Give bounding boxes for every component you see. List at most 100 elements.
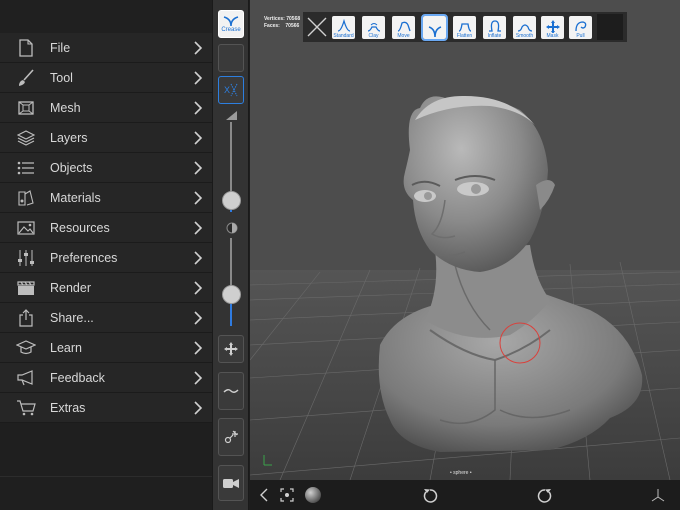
- menu-item-share[interactable]: Share...: [0, 303, 212, 333]
- back-button[interactable]: [254, 485, 274, 505]
- axis-button[interactable]: [648, 485, 668, 505]
- menu-footer: [0, 423, 212, 510]
- crease-tool-label: Crease: [221, 27, 241, 33]
- brush-slot-empty[interactable]: [597, 14, 623, 40]
- menu-item-label: Tool: [50, 70, 73, 85]
- chevron-right-icon: [192, 130, 204, 146]
- brush-smooth-icon: [517, 24, 532, 32]
- brush-label: Clay: [368, 33, 379, 39]
- object-name: • sphere •: [450, 470, 472, 476]
- menu-item-learn[interactable]: Learn: [0, 333, 212, 363]
- brush-standard-button[interactable]: Standard: [332, 16, 355, 39]
- brush-move-button[interactable]: Move: [392, 16, 415, 39]
- chevron-right-icon: [192, 220, 204, 236]
- brush-label: Pull: [576, 33, 585, 39]
- tool-strip: Crease X: [212, 0, 249, 510]
- layers-icon: [16, 129, 36, 147]
- focus-button[interactable]: [277, 485, 297, 505]
- brush-move-icon: [397, 21, 411, 32]
- chevron-right-icon: [192, 280, 204, 296]
- menu-item-label: Layers: [50, 130, 88, 145]
- undo-button[interactable]: [420, 485, 440, 505]
- menu-item-feedback[interactable]: Feedback: [0, 363, 212, 393]
- mesh-stats: Vertices: 70568 Faces: 70566: [264, 16, 300, 30]
- menu-item-label: Learn: [50, 340, 82, 355]
- brush-label: Flatten: [456, 33, 473, 39]
- symmetry-icon: [230, 83, 238, 97]
- menu-item-label: Extras: [50, 400, 86, 415]
- menu-item-objects[interactable]: Objects: [0, 153, 212, 183]
- sliders-icon: [16, 249, 36, 267]
- redo-icon: [537, 489, 552, 503]
- menu-item-label: File: [50, 40, 71, 55]
- clapper-icon: [16, 279, 36, 297]
- bottom-toolbar: [250, 480, 680, 510]
- menu-item-mesh[interactable]: Mesh: [0, 93, 212, 123]
- redo-button[interactable]: [535, 485, 555, 505]
- brush-crease-button[interactable]: [421, 14, 448, 41]
- brush-smooth-button[interactable]: Smooth: [513, 16, 536, 39]
- chevron-left-icon: [260, 488, 268, 502]
- menu-item-file[interactable]: File: [0, 33, 212, 63]
- mesh-icon: [16, 99, 36, 117]
- close-brushes-icon[interactable]: [305, 15, 329, 39]
- brush-inflate-button[interactable]: Inflate: [483, 16, 506, 39]
- vertices-label: Vertices:: [264, 16, 285, 22]
- material-sphere-button[interactable]: [303, 485, 323, 505]
- menu-item-preferences[interactable]: Preferences: [0, 243, 212, 273]
- focus-frame-icon: [280, 488, 294, 502]
- faces-count: 70566: [285, 23, 300, 29]
- brush-label: Inflate: [487, 33, 502, 39]
- stroke-wave-icon: [223, 389, 239, 393]
- gizmo-icon: [224, 430, 238, 444]
- menu-list: File Tool Mesh Layers Objects Materials Resour…: [0, 33, 212, 423]
- chevron-right-icon: [192, 310, 204, 326]
- stroke-button[interactable]: [218, 372, 244, 410]
- radius-icon: [226, 111, 237, 120]
- menu-item-render[interactable]: Render: [0, 273, 212, 303]
- transform-button[interactable]: [218, 335, 244, 363]
- menu-item-materials[interactable]: Materials: [0, 183, 212, 213]
- chevron-right-icon: [192, 370, 204, 386]
- vertices-count: 70568: [286, 16, 301, 22]
- brush-inflate-icon: [488, 20, 501, 32]
- image-icon: [16, 219, 36, 237]
- 3d-viewport[interactable]: Vertices: 70568 Faces: 70566 Standard Cla…: [250, 0, 680, 480]
- menu-item-label: Share...: [50, 310, 94, 325]
- brush-clay-button[interactable]: Clay: [362, 16, 385, 39]
- menu-item-resources[interactable]: Resources: [0, 213, 212, 243]
- cart-icon: [16, 399, 36, 417]
- intensity-icon: [226, 222, 238, 234]
- empty-tool-slot[interactable]: [218, 44, 244, 72]
- menu-item-label: Preferences: [50, 250, 118, 265]
- brush-crease-icon: [428, 26, 441, 38]
- chevron-right-icon: [192, 100, 204, 116]
- list-icon: [16, 159, 36, 177]
- gizmo-button[interactable]: [218, 418, 244, 456]
- radius-slider-knob[interactable]: [222, 191, 241, 211]
- menu-item-extras[interactable]: Extras: [0, 393, 212, 423]
- megaphone-icon: [16, 369, 36, 387]
- brush-pull-button[interactable]: Pull: [569, 16, 592, 39]
- menu-item-label: Materials: [50, 190, 101, 205]
- intensity-slider-knob[interactable]: [222, 285, 241, 305]
- menu-item-label: Render: [50, 280, 91, 295]
- crease-tool-button[interactable]: Crease: [218, 10, 244, 38]
- brush-icon: [16, 69, 36, 87]
- brush-mask-button[interactable]: Mask: [541, 16, 564, 39]
- symmetry-toggle-button[interactable]: X: [218, 76, 244, 104]
- graduation-cap-icon: [16, 339, 36, 357]
- move-arrows-icon: [224, 342, 238, 356]
- brush-flatten-button[interactable]: Flatten: [453, 16, 476, 39]
- menu-footer-divider: [0, 476, 212, 477]
- brush-label: Move: [397, 33, 410, 39]
- brush-label: Mask: [546, 33, 559, 39]
- menu-item-tool[interactable]: Tool: [0, 63, 212, 93]
- menu-header: [0, 0, 212, 33]
- chevron-right-icon: [192, 40, 204, 56]
- camera-button[interactable]: [218, 465, 244, 501]
- menu-item-layers[interactable]: Layers: [0, 123, 212, 153]
- undo-icon: [423, 489, 438, 503]
- brush-standard-icon: [337, 19, 350, 32]
- chevron-right-icon: [192, 340, 204, 356]
